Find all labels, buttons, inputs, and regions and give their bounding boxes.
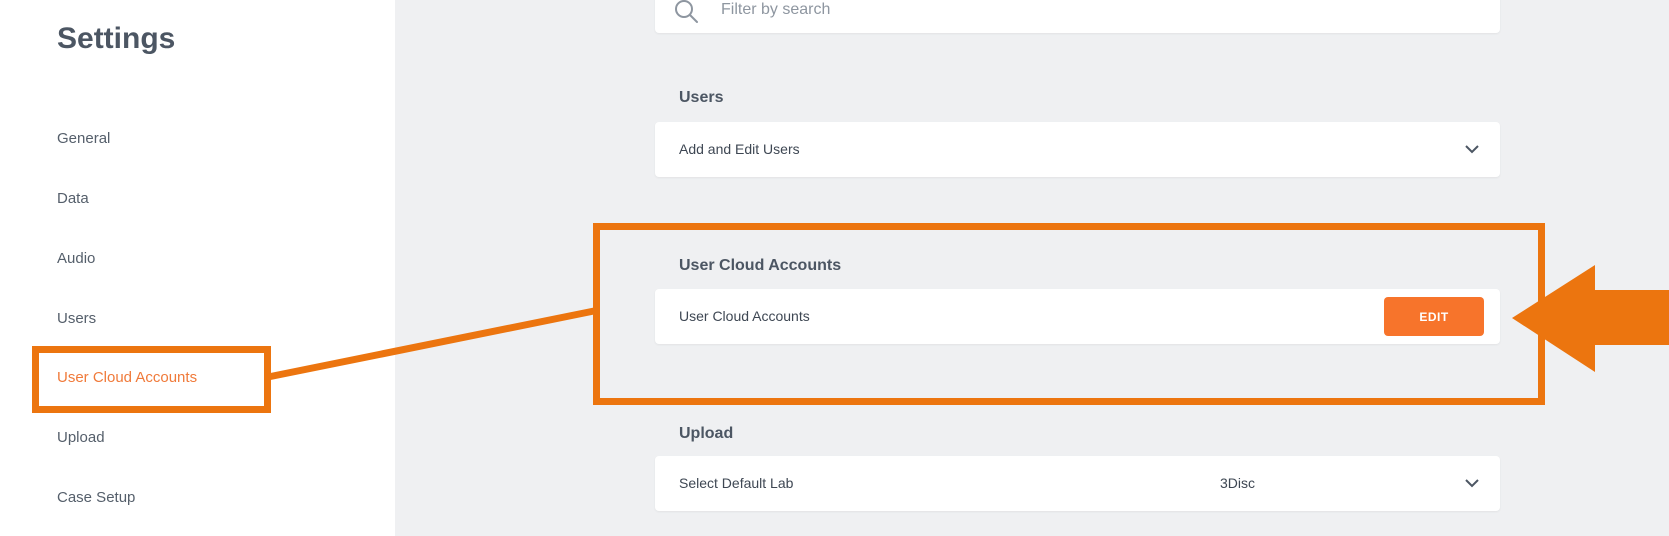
users-row[interactable]: Add and Edit Users [655,122,1500,177]
section-title-user-cloud-accounts: User Cloud Accounts [679,257,842,274]
chevron-down-icon[interactable] [1464,477,1480,489]
section-title-upload: Upload [679,425,734,442]
search-input[interactable] [721,0,1421,22]
select-default-lab-row[interactable]: Select Default Lab 3Disc [655,456,1500,511]
sidebar-item-data[interactable]: Data [57,190,89,207]
settings-sidebar: Settings General Data Audio Users User C… [0,0,395,536]
search-bar [655,0,1500,33]
sidebar-item-case-setup[interactable]: Case Setup [57,489,135,506]
section-title-users: Users [679,89,724,106]
sidebar-item-users[interactable]: Users [57,310,96,327]
sidebar-item-audio[interactable]: Audio [57,250,95,267]
row-label-select-default-lab: Select Default Lab [679,475,794,491]
page-title: Settings [57,22,176,55]
edit-button[interactable]: EDIT [1384,297,1484,336]
sidebar-item-user-cloud-accounts[interactable]: User Cloud Accounts [57,369,197,386]
settings-main: Users Add and Edit Users User Cloud Acco… [395,0,1669,536]
sidebar-item-general[interactable]: General [57,130,110,147]
row-label-add-edit-users: Add and Edit Users [679,141,800,157]
search-icon [675,0,698,23]
sidebar-item-upload[interactable]: Upload [57,429,105,446]
chevron-down-icon[interactable] [1464,143,1480,155]
row-label-user-cloud-accounts: User Cloud Accounts [679,308,810,324]
default-lab-value: 3Disc [1220,475,1256,491]
user-cloud-accounts-row: User Cloud Accounts EDIT [655,289,1500,344]
